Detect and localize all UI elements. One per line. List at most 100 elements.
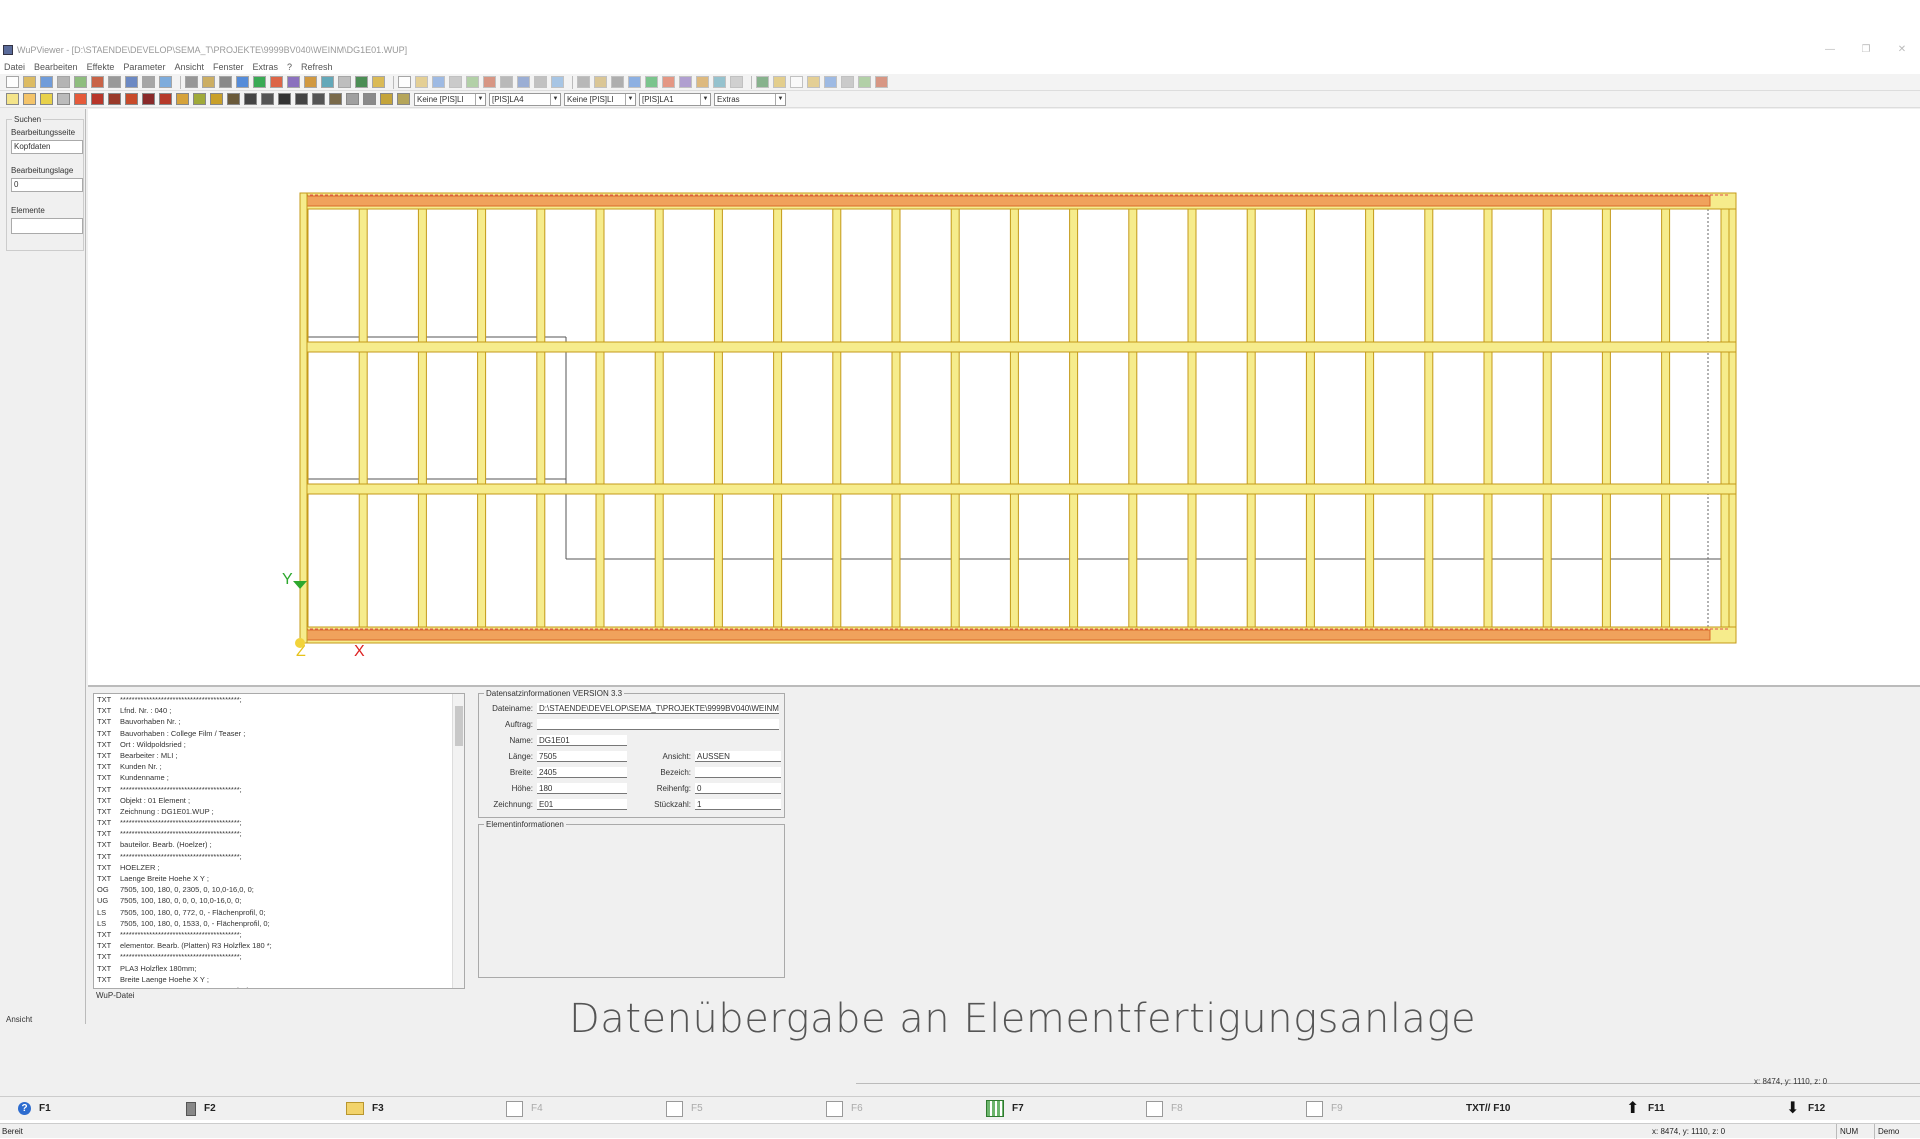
fkey-3-button[interactable]: F3 [320, 1102, 480, 1115]
text-list-row[interactable]: TXT *************************************… [94, 851, 464, 862]
layer-tool-17-icon[interactable] [278, 93, 291, 105]
tool-34-icon[interactable] [611, 76, 624, 88]
tool-22-icon[interactable] [398, 76, 411, 88]
menu-refresh[interactable]: Refresh [301, 62, 333, 72]
stud-beam[interactable] [1128, 192, 1138, 644]
text-list-row[interactable]: TXT Lfnd. Nr. : 040 ; [94, 705, 464, 716]
paste-icon[interactable] [202, 76, 215, 88]
text-list-row[interactable]: TXT Zeichnung : DG1E01.WUP ; [94, 806, 464, 817]
text-list-row[interactable]: TXT *************************************… [94, 817, 464, 828]
layer-tool-3-icon[interactable] [40, 93, 53, 105]
add-icon[interactable] [74, 76, 87, 88]
layer-tool-11-icon[interactable] [176, 93, 189, 105]
tool-32-icon[interactable] [577, 76, 590, 88]
layer-tool-19-icon[interactable] [312, 93, 325, 105]
text-list-row[interactable]: TXT bauteilor. Bearb. (Hoelzer) ; [94, 839, 464, 850]
text-list-row[interactable]: PLA37646, 100, 180, 0, 0, 0, 10-automati… [94, 985, 464, 988]
text-list-row[interactable]: OG 7505, 100, 180, 0, 2305, 0, 10,0-16,0,… [94, 884, 464, 895]
stud-beam[interactable] [1542, 192, 1552, 644]
preview-icon[interactable] [236, 76, 249, 88]
text-list-row[interactable]: TXT *************************************… [94, 694, 464, 705]
fkey-4-button[interactable]: F4 [480, 1100, 640, 1117]
stud-beam[interactable] [477, 192, 487, 644]
text-list-row[interactable]: LS 7505, 100, 180, 0, 1533, 0, - Flächenp… [94, 918, 464, 929]
open-icon[interactable] [23, 76, 36, 88]
left-edge-beam[interactable] [299, 192, 308, 644]
export-icon[interactable] [108, 76, 121, 88]
text-list-row[interactable]: LS 7505, 100, 180, 0, 772, 0, - Flächenpr… [94, 907, 464, 918]
menu-bearbeiten[interactable]: Bearbeiten [34, 62, 78, 72]
tool-47-icon[interactable] [841, 76, 854, 88]
layer-tool-7-icon[interactable] [108, 93, 121, 105]
stud-beam[interactable] [773, 192, 783, 644]
tool-31-icon[interactable] [551, 76, 564, 88]
text-list-row[interactable]: TXT *************************************… [94, 929, 464, 940]
layer-dropdown-3[interactable]: Keine [PIS]LI ▼ [564, 92, 636, 106]
menu-help[interactable]: ? [287, 62, 292, 72]
text-list-row[interactable]: TXT *************************************… [94, 828, 464, 839]
text-list-row[interactable]: TXT Kundenname ; [94, 772, 464, 783]
fkey-5-button[interactable]: F5 [640, 1100, 800, 1117]
tool-29-icon[interactable] [517, 76, 530, 88]
tool-38-icon[interactable] [679, 76, 692, 88]
stud-beam[interactable] [1424, 192, 1434, 644]
layer-tool-2-icon[interactable] [23, 93, 36, 105]
stud-beam[interactable] [1661, 192, 1671, 644]
fkey-11-button[interactable]: ⬆ F11 [1600, 1100, 1760, 1117]
plate-strip[interactable] [299, 629, 1711, 641]
text-list-row[interactable]: TXT Ort : Wildpoldsried ; [94, 739, 464, 750]
fkey-6-button[interactable]: F6 [800, 1100, 960, 1117]
text-list-row[interactable]: TXT Breite Laenge Hoehe X Y ; [94, 974, 464, 985]
layer-tool-14-icon[interactable] [227, 93, 240, 105]
layer-tool-22-icon[interactable] [363, 93, 376, 105]
bearbeitungsseite-field[interactable]: Kopfdaten [11, 140, 83, 154]
tool-35-icon[interactable] [628, 76, 641, 88]
stud-beam[interactable] [417, 192, 427, 644]
layer-tool-5-icon[interactable] [74, 93, 87, 105]
scroll-thumb[interactable] [455, 706, 463, 746]
stud-beam[interactable] [1483, 192, 1493, 644]
fkey-10-button[interactable]: TXT// F10 [1440, 1103, 1600, 1114]
end-stud-beam[interactable] [1728, 192, 1737, 644]
save-icon[interactable] [40, 76, 53, 88]
stud-beam[interactable] [654, 192, 664, 644]
tool-36-icon[interactable] [645, 76, 658, 88]
menu-parameter[interactable]: Parameter [123, 62, 165, 72]
tool-39-icon[interactable] [696, 76, 709, 88]
tool-49-icon[interactable] [875, 76, 888, 88]
plate-strip[interactable] [299, 195, 1711, 207]
menu-datei[interactable]: Datei [4, 62, 25, 72]
layer-dropdown-2[interactable]: [PIS]LA4 ▼ [489, 92, 561, 106]
tool-37-icon[interactable] [662, 76, 675, 88]
text-list-row[interactable]: TXT Laenge Breite Hoehe X Y ; [94, 873, 464, 884]
tool-45-icon[interactable] [807, 76, 820, 88]
fkey-9-button[interactable]: F9 [1280, 1100, 1440, 1117]
zoom-all-icon[interactable] [321, 76, 334, 88]
fkey-1-button[interactable]: ? F1 [0, 1102, 160, 1115]
minimize-button[interactable]: — [1812, 40, 1848, 60]
bearbeitungslage-field[interactable]: 0 [11, 178, 83, 192]
text-list-row[interactable]: TXT elementor. Bearb. (Platten) R3 Holzfl… [94, 940, 464, 951]
stud-beam[interactable] [358, 192, 368, 644]
rail-beam[interactable] [299, 483, 1737, 495]
stud-beam[interactable] [1305, 192, 1315, 644]
tool-48-icon[interactable] [858, 76, 871, 88]
redo-icon[interactable] [142, 76, 155, 88]
extras-dropdown[interactable]: Extras ▼ [714, 92, 786, 106]
stud-beam[interactable] [1187, 192, 1197, 644]
element-drawing[interactable]: YZ X [88, 109, 1920, 687]
stud-beam[interactable] [1246, 192, 1256, 644]
text-list-row[interactable]: TXT Bauvorhaben Nr. ; [94, 716, 464, 727]
tool-25-icon[interactable] [449, 76, 462, 88]
layer-tool-15-icon[interactable] [244, 93, 257, 105]
layer-tool-18-icon[interactable] [295, 93, 308, 105]
tool-30-icon[interactable] [534, 76, 547, 88]
stud-beam[interactable] [1069, 192, 1079, 644]
stud-beam[interactable] [950, 192, 960, 644]
menu-ansicht[interactable]: Ansicht [174, 62, 204, 72]
layer-tool-8-icon[interactable] [125, 93, 138, 105]
elemente-field[interactable] [11, 218, 83, 234]
stud-beam[interactable] [1365, 192, 1375, 644]
zoom-out-icon[interactable] [304, 76, 317, 88]
menu-extras[interactable]: Extras [252, 62, 278, 72]
